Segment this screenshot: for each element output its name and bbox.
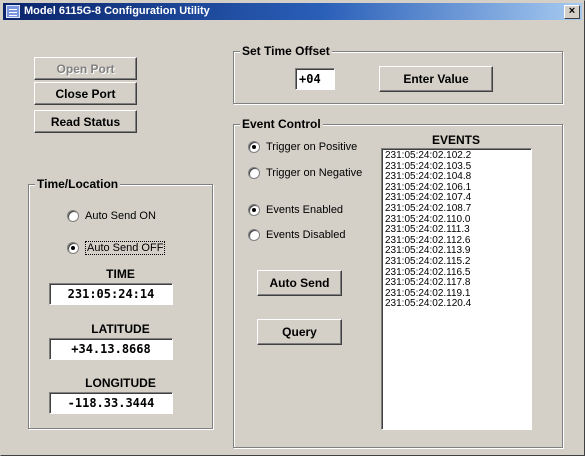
trigger-negative-radio-circle[interactable] xyxy=(248,167,260,179)
latitude-label: LATITUDE xyxy=(91,322,150,336)
main-window: Model 6115G-8 Configuration Utility × Op… xyxy=(0,0,585,456)
auto-send-off-label: Auto Send OFF xyxy=(85,241,166,255)
title-bar[interactable]: Model 6115G-8 Configuration Utility × xyxy=(3,3,582,20)
list-item[interactable]: 231:05:24:02.108.7 xyxy=(385,203,528,215)
events-header: EVENTS xyxy=(431,133,480,147)
auto-send-on-radio-circle[interactable] xyxy=(67,210,79,222)
auto-send-off-radio[interactable]: Auto Send OFF xyxy=(67,241,166,255)
event-control-label: Event Control xyxy=(240,117,323,131)
list-item[interactable]: 231:05:24:02.115.2 xyxy=(385,256,528,268)
latitude-field[interactable]: +34.13.8668 xyxy=(49,338,173,360)
auto-send-on-label: Auto Send ON xyxy=(85,210,156,222)
event-control-group: Event Control Trigger on Positive Trigge… xyxy=(233,117,563,448)
longitude-label: LONGITUDE xyxy=(85,376,156,390)
time-offset-group: Set Time Offset +04 Enter Value xyxy=(233,44,563,104)
events-disabled-radio-circle[interactable] xyxy=(248,229,260,241)
app-icon xyxy=(6,5,20,18)
events-list[interactable]: 231:05:24:02.102.2 231:05:24:02.103.5 231:… xyxy=(381,148,532,430)
trigger-positive-radio[interactable]: Trigger on Positive xyxy=(248,141,357,153)
open-port-button[interactable]: Open Port xyxy=(34,57,137,80)
trigger-positive-label: Trigger on Positive xyxy=(266,141,358,153)
time-field[interactable]: 231:05:24:14 xyxy=(49,283,173,305)
close-port-button[interactable]: Close Port xyxy=(34,82,137,105)
time-offset-label: Set Time Offset xyxy=(240,44,332,58)
trigger-negative-radio[interactable]: Trigger on Negative xyxy=(248,167,362,179)
close-icon[interactable]: × xyxy=(564,5,580,19)
list-item[interactable]: 231:05:24:02.102.2 xyxy=(385,150,528,162)
trigger-negative-label: Trigger on Negative xyxy=(266,167,363,179)
events-enabled-label: Events Enabled xyxy=(266,204,344,216)
events-enabled-radio[interactable]: Events Enabled xyxy=(248,204,343,216)
list-item[interactable]: 231:05:24:02.120.4 xyxy=(385,299,528,310)
time-offset-input[interactable]: +04 xyxy=(295,68,335,90)
query-button[interactable]: Query xyxy=(257,319,342,345)
auto-send-off-radio-circle[interactable] xyxy=(67,242,79,254)
read-status-button[interactable]: Read Status xyxy=(34,110,137,133)
enter-value-button[interactable]: Enter Value xyxy=(379,66,493,92)
time-location-group: Time/Location Auto Send ON Auto Send OFF… xyxy=(28,177,213,429)
time-location-label: Time/Location xyxy=(35,177,121,191)
time-label: TIME xyxy=(106,267,135,281)
longitude-field[interactable]: -118.33.3444 xyxy=(49,392,173,414)
events-disabled-radio[interactable]: Events Disabled xyxy=(248,229,346,241)
window-title: Model 6115G-8 Configuration Utility xyxy=(24,5,210,17)
auto-send-button[interactable]: Auto Send xyxy=(257,270,342,296)
trigger-positive-radio-circle[interactable] xyxy=(248,141,260,153)
events-enabled-radio-circle[interactable] xyxy=(248,204,260,216)
auto-send-on-radio[interactable]: Auto Send ON xyxy=(67,210,156,222)
events-disabled-label: Events Disabled xyxy=(266,229,346,241)
